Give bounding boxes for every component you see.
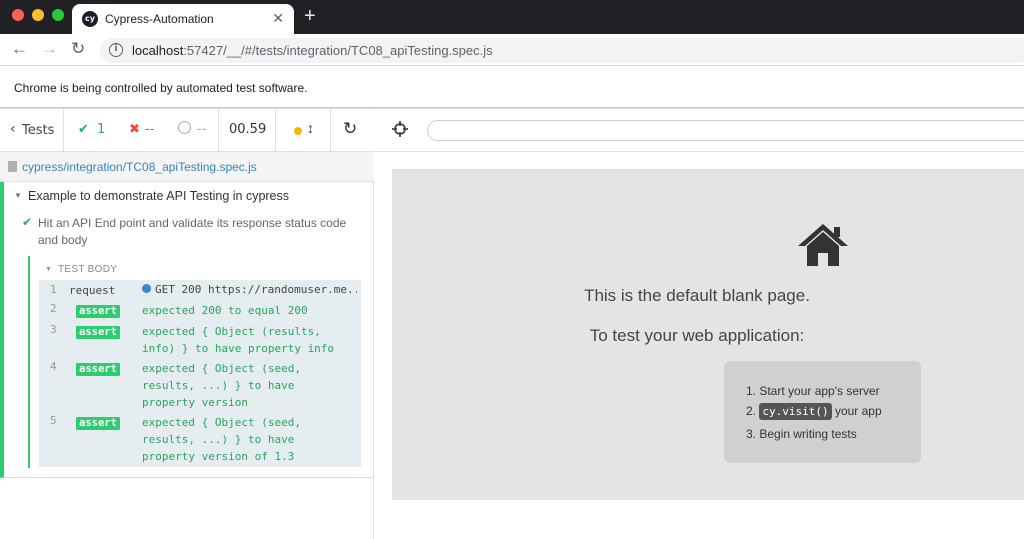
command-message: expected { Object (results, info) } to h… [142,323,357,357]
passed-check-icon: ✔ [78,122,89,137]
cypress-reporter: ‹ Tests ✔ 1 ✖ -- -- 00.59 ↕ ↻ cypress/in… [0,109,374,539]
command-row[interactable]: 3 - assert expected { Object (results, i… [39,321,361,357]
rerun-tests-icon[interactable]: ↻ [343,119,357,139]
infobar-message: Chrome is being controlled by automated … [14,81,307,95]
assert-badge: assert [76,305,120,318]
app-under-test: This is the default blank page. To test … [375,109,1024,539]
command-row[interactable]: 5 - assert expected { Object (seed, resu… [39,412,361,466]
command-number: 1 [50,283,57,296]
tests-back-button[interactable]: ‹ Tests [0,109,64,152]
command-number: 5 [50,414,57,427]
suite-title[interactable]: Example to demonstrate API Testing in cy… [28,189,289,203]
command-number: 3 [50,323,57,336]
url-text: localhost:57427/__/#/tests/integration/T… [132,43,493,58]
failed-count: -- [145,122,154,137]
blank-page-heading: This is the default blank page. [392,286,1002,306]
command-message: expected { Object (seed, results, ...) }… [142,414,357,465]
forward-arrow-icon[interactable]: → [41,39,58,59]
command-message: expected 200 to equal 200 [142,302,357,319]
step-2: 2. cy.visit() your app [746,403,882,420]
command-row[interactable]: 1 request GET 200 https://randomuser.me.… [39,280,361,299]
pending-circle-icon [178,121,191,134]
passed-count: 1 [97,122,105,137]
blank-page-subheading: To test your web application: [392,326,1002,346]
assert-badge: assert [76,417,120,430]
setup-steps-box: 1. Start your app's server 2. cy.visit()… [724,361,921,463]
caret-down-icon[interactable]: ▼ [45,266,52,273]
tab-close-icon[interactable]: ✕ [272,10,284,27]
request-status-dot [142,284,151,293]
tests-label: Tests [22,123,54,138]
close-window-button[interactable] [12,9,24,21]
maximize-window-button[interactable] [52,9,64,21]
failed-x-icon: ✖ [129,122,140,137]
command-number: 2 [50,302,57,315]
caret-down-icon[interactable]: ▼ [14,191,22,200]
cypress-favicon-icon: cy [82,11,98,27]
back-arrow-icon[interactable]: ← [11,39,28,59]
cy-visit-code: cy.visit() [759,403,831,420]
tab-title: Cypress-Automation [105,12,214,26]
home-icon [796,222,850,268]
assert-badge: assert [76,326,120,339]
test-title[interactable]: Hit an API End point and validate its re… [38,215,348,249]
address-bar[interactable]: i localhost:57427/__/#/tests/integration… [100,38,1024,63]
command-name: request [69,284,115,297]
spec-file-link[interactable]: cypress/integration/TC08_apiTesting.spec… [22,160,257,174]
step-1: 1. Start your app's server [746,384,880,398]
chevron-left-icon: ‹ [10,121,16,137]
command-message: GET 200 https://randomuser.me... [142,281,357,298]
reporter-stats-bar: ‹ Tests ✔ 1 ✖ -- -- 00.59 ↕ ↻ [0,109,374,152]
browser-tab[interactable]: cy Cypress-Automation ✕ [72,4,294,34]
rerun-cell: ↻ [330,109,374,152]
browser-titlebar: cy Cypress-Automation ✕ + [0,0,1024,34]
command-number: 4 [50,360,57,373]
reload-icon[interactable]: ↻ [71,39,85,59]
new-tab-button[interactable]: + [304,5,316,28]
file-icon [8,161,17,172]
auto-scroll-toggle-icon[interactable]: ↕ [307,120,314,136]
command-row[interactable]: 4 - assert expected { Object (seed, resu… [39,358,361,412]
site-info-icon[interactable]: i [109,43,123,57]
minimize-window-button[interactable] [32,9,44,21]
command-message: expected { Object (seed, results, ...) }… [142,360,357,411]
pending-count: -- [197,122,206,137]
assert-badge: assert [76,363,120,376]
test-suite: ▼ Example to demonstrate API Testing in … [0,182,374,478]
spec-file-row: cypress/integration/TC08_apiTesting.spec… [0,152,374,182]
selector-playground-icon[interactable] [392,121,408,137]
browser-navbar: ← → ↻ i localhost:57427/__/#/tests/integ… [0,34,1024,66]
command-log: 1 request GET 200 https://randomuser.me.… [39,280,361,467]
automation-infobar: Chrome is being controlled by automated … [0,66,1024,108]
duration-cell: 00.59 [218,109,276,152]
default-blank-page: This is the default blank page. To test … [392,169,1024,500]
test-passed-check-icon: ✔ [22,215,32,229]
step-3: 3. Begin writing tests [746,427,857,441]
test-body-label[interactable]: TEST BODY [58,264,117,275]
duration-text: 00.59 [229,122,266,137]
test-body: ▼ TEST BODY 1 request GET 200 https://ra… [28,256,363,468]
aut-url-field[interactable] [427,120,1024,141]
running-status-dot [294,127,302,135]
aut-toolbar [375,109,1024,152]
command-row[interactable]: 2 - assert expected 200 to equal 200 [39,300,361,320]
